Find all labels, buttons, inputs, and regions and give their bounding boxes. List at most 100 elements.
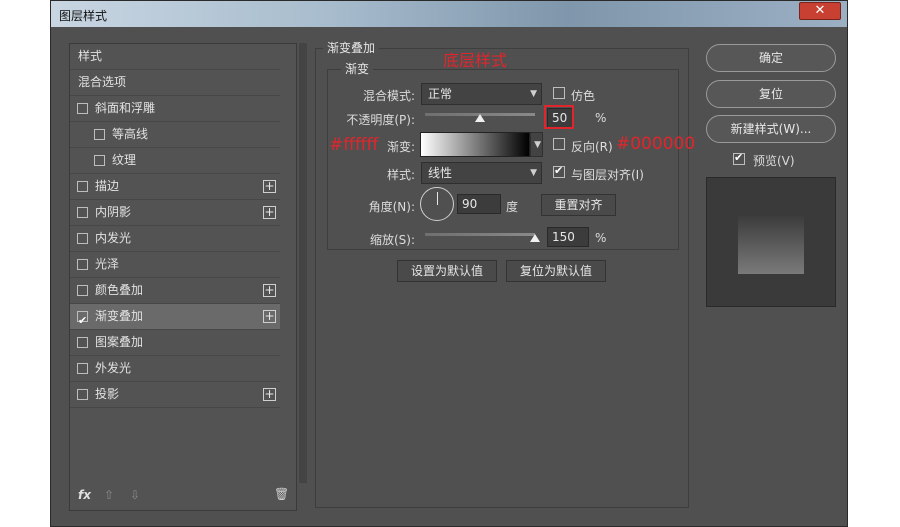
style-list-item-label: 斜面和浮雕 xyxy=(95,101,156,115)
style-list-item-label: 外发光 xyxy=(95,361,132,375)
scale-input[interactable]: 150 xyxy=(547,227,589,247)
style-list-item-label: 内阴影 xyxy=(95,205,132,219)
style-enable-checkbox[interactable] xyxy=(77,308,88,333)
style-list-item[interactable]: 外发光 xyxy=(70,356,280,382)
reset-align-button[interactable]: 重置对齐 xyxy=(541,194,616,216)
style-list-item[interactable]: 光泽 xyxy=(70,252,280,278)
angle-unit: 度 xyxy=(506,200,519,214)
style-enable-checkbox[interactable] xyxy=(77,259,88,270)
ok-button[interactable]: 确定 xyxy=(706,44,836,72)
style-list-item[interactable]: 颜色叠加 + xyxy=(70,278,280,304)
dither-label: 仿色 xyxy=(571,89,596,103)
style-enable-checkbox[interactable] xyxy=(77,103,88,114)
reset-to-default-button[interactable]: 复位为默认值 xyxy=(506,260,606,282)
dither-checkbox[interactable] xyxy=(553,87,565,99)
gradient-overlay-title: 渐变叠加 xyxy=(323,39,380,56)
new-style-button[interactable]: 新建样式(W)... xyxy=(706,115,836,143)
angle-dial-needle xyxy=(437,192,438,205)
angle-dial[interactable] xyxy=(420,187,454,221)
chevron-down-icon: ▼ xyxy=(530,89,537,99)
move-up-icon[interactable]: ⇧ xyxy=(104,488,114,502)
style-list-item-label: 颜色叠加 xyxy=(95,283,144,297)
align-with-layer-label: 与图层对齐(I) xyxy=(571,168,644,182)
style-enable-checkbox[interactable] xyxy=(77,337,88,348)
add-effect-icon[interactable]: + xyxy=(263,180,276,193)
close-icon: ✕ xyxy=(814,3,826,18)
scale-slider-track[interactable] xyxy=(425,233,535,236)
style-list-item[interactable]: 描边 + xyxy=(70,174,280,200)
move-down-icon[interactable]: ⇩ xyxy=(130,488,140,502)
style-list-item[interactable]: 样式 xyxy=(70,44,280,70)
opacity-label: 不透明度(P): xyxy=(346,113,415,127)
reverse-checkbox[interactable] xyxy=(553,138,565,150)
style-list-item[interactable]: 图案叠加 xyxy=(70,330,280,356)
style-enable-checkbox[interactable] xyxy=(77,389,88,400)
style-list-item-label: 描边 xyxy=(95,179,120,193)
align-with-layer-checkbox[interactable] xyxy=(553,164,565,178)
add-effect-icon[interactable]: + xyxy=(263,388,276,401)
opacity-slider-knob[interactable] xyxy=(475,114,485,122)
gradient-subgroup-title: 渐变 xyxy=(341,60,374,77)
chevron-down-icon: ▼ xyxy=(534,140,541,150)
dialog-title: 图层样式 xyxy=(59,9,108,23)
fx-icon[interactable]: fx xyxy=(78,488,91,502)
blend-mode-value: 正常 xyxy=(428,87,453,101)
add-effect-icon[interactable]: + xyxy=(263,206,276,219)
title-bar[interactable]: 图层样式 ✕ xyxy=(51,1,847,27)
style-list-item-label: 样式 xyxy=(78,49,103,63)
close-button[interactable]: ✕ xyxy=(799,2,841,20)
scale-label: 缩放(S): xyxy=(369,233,415,247)
style-enable-checkbox[interactable] xyxy=(77,363,88,374)
style-list-item[interactable]: 渐变叠加 + xyxy=(70,304,280,333)
style-list-item[interactable]: 内发光 xyxy=(70,226,280,252)
ok-label: 确定 xyxy=(758,51,783,65)
style-list-item[interactable]: 纹理 xyxy=(70,148,280,174)
gradient-picker-dropdown[interactable]: ▼ xyxy=(530,132,543,157)
style-list-item-label: 渐变叠加 xyxy=(95,309,144,323)
style-enable-checkbox[interactable] xyxy=(77,233,88,244)
set-as-default-label: 设置为默认值 xyxy=(410,264,483,278)
new-style-label: 新建样式(W)... xyxy=(730,122,812,136)
chevron-down-icon: ▼ xyxy=(530,168,537,178)
preview-thumbnail xyxy=(706,177,836,307)
style-list-item[interactable]: 斜面和浮雕 xyxy=(70,96,280,122)
style-list-item-label: 图案叠加 xyxy=(95,335,144,349)
gradient-style-select[interactable]: 线性 ▼ xyxy=(421,162,542,184)
set-as-default-button[interactable]: 设置为默认值 xyxy=(397,260,497,282)
style-list-scrollbar[interactable] xyxy=(299,43,307,483)
angle-label: 角度(N): xyxy=(368,200,415,214)
style-list-item[interactable]: 内阴影 + xyxy=(70,200,280,226)
style-list-item-label: 投影 xyxy=(95,387,120,401)
layer-style-dialog: 图层样式 ✕ 样式混合选项斜面和浮雕等高线纹理描边 + 内阴影 + 内发光光泽颜色叠加 +… xyxy=(50,0,848,527)
gradient-swatch[interactable] xyxy=(420,132,530,157)
style-enable-checkbox[interactable] xyxy=(77,207,88,218)
reset-label: 复位 xyxy=(758,87,783,101)
scale-unit: % xyxy=(595,231,607,245)
opacity-highlight-annotation xyxy=(544,105,574,129)
style-enable-checkbox[interactable] xyxy=(77,181,88,192)
scale-slider-knob[interactable] xyxy=(530,234,540,242)
angle-input[interactable]: 90 xyxy=(457,194,501,214)
style-list-item[interactable]: 混合选项 xyxy=(70,70,280,96)
style-list-item[interactable]: 投影 + xyxy=(70,382,280,408)
style-list-item-label: 内发光 xyxy=(95,231,132,245)
style-list-panel: 样式混合选项斜面和浮雕等高线纹理描边 + 内阴影 + 内发光光泽颜色叠加 + 渐变叠加 + 图案… xyxy=(69,43,297,511)
style-list-item[interactable]: 等高线 xyxy=(70,122,280,148)
preview-checkbox[interactable] xyxy=(733,151,745,165)
reset-button[interactable]: 复位 xyxy=(706,80,836,108)
trash-icon[interactable]: 🗑 xyxy=(274,487,289,501)
gradient-style-value: 线性 xyxy=(428,166,453,180)
add-effect-icon[interactable]: + xyxy=(263,284,276,297)
scale-value: 150 xyxy=(552,230,575,244)
opacity-unit: % xyxy=(595,111,607,125)
right-color-annotation: #000000 xyxy=(616,134,696,154)
reverse-label: 反向(R) xyxy=(571,140,613,154)
style-list-item-label: 光泽 xyxy=(95,257,120,271)
style-enable-checkbox[interactable] xyxy=(77,285,88,296)
style-enable-checkbox[interactable] xyxy=(94,129,105,140)
style-list-item-label: 等高线 xyxy=(112,127,149,141)
style-enable-checkbox[interactable] xyxy=(94,155,105,166)
blend-mode-select[interactable]: 正常 ▼ xyxy=(421,83,542,105)
add-effect-icon[interactable]: + xyxy=(263,310,276,323)
left-color-annotation: #ffffff xyxy=(329,135,379,155)
